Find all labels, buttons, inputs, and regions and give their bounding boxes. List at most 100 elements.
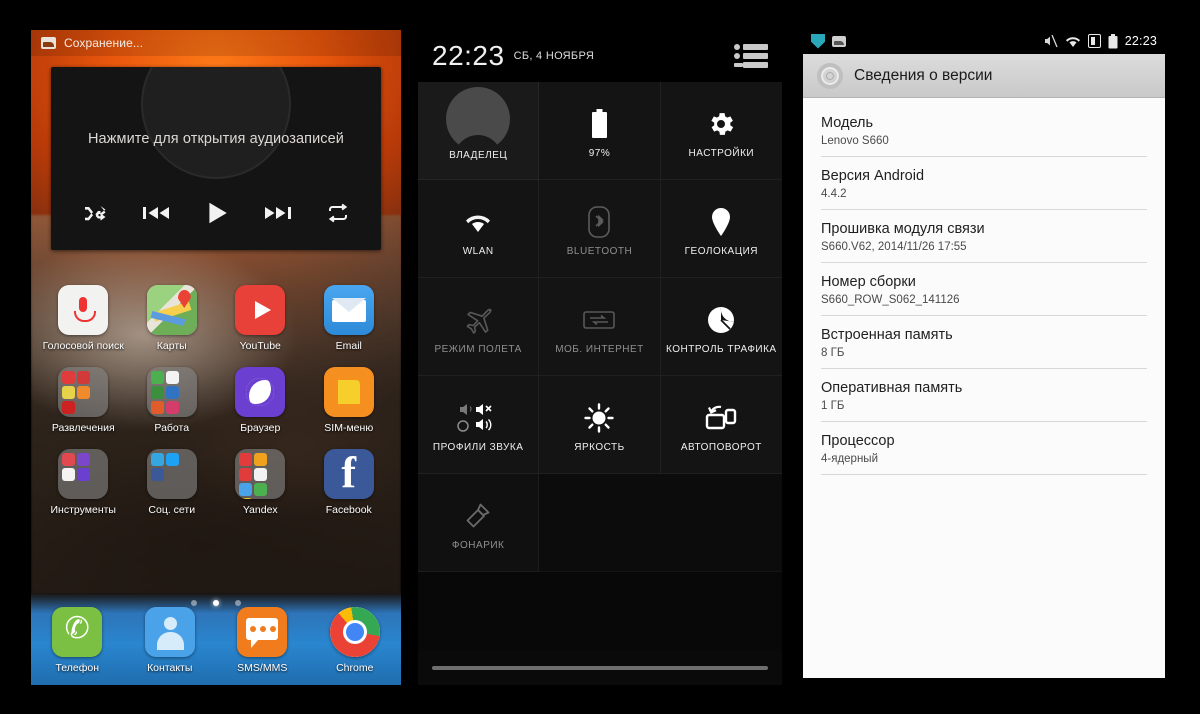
wifi-icon [1065,36,1080,47]
clock-time: 22:23 [432,40,505,71]
list-item[interactable]: Оперативная память 1 ГБ [803,369,1165,421]
app-label: YouTube [239,340,281,352]
app-cell-maps[interactable]: Карты [128,285,217,352]
app-cell-work-folder[interactable]: Работа [128,367,217,434]
maps-icon[interactable] [146,285,197,335]
qs-tile-bluetooth[interactable]: BLUETOOTH [539,180,661,278]
list-item[interactable]: Встроенная память 8 ГБ [803,316,1165,368]
data-usage-icon [707,299,735,341]
drawer-handle[interactable] [432,666,768,670]
qs-tile-airplane[interactable]: РЕЖИМ ПОЛЕТА [418,278,540,376]
sim-card-icon [1087,34,1101,48]
status-right-icons: 22:23 [1043,33,1157,49]
app-label: Yandex [242,504,278,516]
folder-icon[interactable] [58,367,109,417]
item-key: Процессор [821,433,895,449]
app-cell-sim-menu[interactable]: SIM-меню [305,367,394,434]
item-key: Оперативная память [821,380,963,396]
save-status-text: Сохранение... [64,36,144,50]
about-version-panel: 22:23 Сведения о версии Модель Lenovo S6… [803,28,1165,678]
list-item[interactable]: Прошивка модуля связи S660.V62, 2014/11/… [803,210,1165,262]
qs-tile-owner[interactable]: ВЛАДЕЛЕЦ [418,82,540,180]
about-status-bar: 22:23 [803,28,1165,54]
play-icon[interactable] [204,200,230,230]
skip-next-icon[interactable] [264,203,292,227]
app-label: Facebook [325,504,372,516]
item-key: Встроенная память [821,327,953,343]
quick-settings-panel: 22:23 СБ, 4 НОЯБРЯ ВЛАДЕЛЕЦ 97% НАСТРОЙК… [418,30,782,685]
list-item[interactable]: Модель Lenovo S660 [803,104,1165,156]
qs-tile-label: АВТОПОВОРОТ [680,441,762,453]
app-cell-email[interactable]: Email [305,285,394,352]
shield-icon [811,33,825,49]
folder-icon[interactable] [146,449,197,499]
list-item[interactable]: Номер сборки S660_ROW_S062_141126 [803,263,1165,315]
app-cell-tools-folder[interactable]: Инструменты [39,449,128,516]
qs-tile-mobile-data[interactable]: МОБ. ИНТЕРНЕТ [539,278,661,376]
app-label: Браузер [240,422,281,434]
wifi-icon [462,201,494,243]
app-label: Голосовой поиск [42,340,124,352]
list-item[interactable]: Процессор 4-ядерный [803,422,1165,474]
music-widget[interactable]: Нажмите для открытия аудиозаписей [51,67,381,250]
qs-tile-data-usage[interactable]: КОНТРОЛЬ ТРАФИКА [660,278,782,376]
item-key: Версия Android [821,168,925,184]
mobile-data-icon [583,299,616,341]
home-status-bar: Сохранение... [31,30,401,56]
dock-cell-sms[interactable]: SMS/MMS [216,607,309,674]
repeat-icon[interactable] [326,203,350,227]
dock-cell-phone[interactable]: Телефон [31,607,124,674]
dock-row: Телефон Контакты SMS/MMS [31,597,401,674]
facebook-icon[interactable] [323,449,374,499]
app-label: Развлечения [51,422,115,434]
folder-icon[interactable] [235,449,286,499]
chrome-icon[interactable] [329,607,380,657]
item-key: Прошивка модуля связи [821,221,985,237]
sim-menu-icon[interactable] [323,367,374,417]
app-label: Соц. сети [148,504,196,516]
qs-tile-sound-profiles[interactable]: ПРОФИЛИ ЗВУКА [418,376,540,474]
notification-list-icon[interactable] [734,43,768,69]
dock-cell-contacts[interactable]: Контакты [124,607,217,674]
shuffle-icon[interactable] [82,203,108,227]
home-screen-panel: Сохранение... Нажмите для открытия аудио… [31,30,401,685]
app-cell-browser[interactable]: Браузер [216,367,305,434]
qs-tile-label: ВЛАДЕЛЕЦ [449,149,508,161]
skip-previous-icon[interactable] [142,203,170,227]
email-icon[interactable] [323,285,374,335]
app-cell-facebook[interactable]: Facebook [305,449,394,516]
qs-tile-location[interactable]: ГЕОЛОКАЦИЯ [660,180,782,278]
qs-tile-auto-rotate[interactable]: АВТОПОВОРОТ [660,376,782,474]
browser-icon[interactable] [235,367,286,417]
phone-icon[interactable] [52,607,103,657]
item-value: S660_ROW_S062_141126 [821,294,960,306]
list-item[interactable]: Версия Android 4.4.2 [803,157,1165,209]
qs-tile-label: ЯРКОСТЬ [574,441,625,453]
item-value: 1 ГБ [821,400,845,412]
folder-icon[interactable] [58,449,109,499]
app-label: Email [335,340,362,352]
qs-tile-flashlight[interactable]: ФОНАРИК [418,474,540,572]
dock-cell-chrome[interactable]: Chrome [309,607,402,674]
folder-icon[interactable] [146,367,197,417]
home-app-grid: Голосовой поиск Карты YouTube Email Разв… [31,285,401,516]
contacts-icon[interactable] [144,607,195,657]
app-cell-yandex-folder[interactable]: Yandex [216,449,305,516]
qs-tile-label: НАСТРОЙКИ [688,147,755,159]
qs-tile-wlan[interactable]: WLAN [418,180,540,278]
gallery-icon [832,35,846,47]
voice-search-icon[interactable] [58,285,109,335]
qs-tile-brightness[interactable]: ЯРКОСТЬ [539,376,661,474]
app-cell-social-folder[interactable]: Соц. сети [128,449,217,516]
item-value: Lenovo S660 [821,135,889,147]
qs-tile-battery[interactable]: 97% [539,82,661,180]
qs-tile-settings[interactable]: НАСТРОЙКИ [660,82,782,180]
about-title-bar: Сведения о версии [803,54,1165,98]
app-cell-entertainment-folder[interactable]: Развлечения [39,367,128,434]
brightness-icon [584,397,615,439]
item-value: 4-ядерный [821,453,878,465]
app-cell-voice-search[interactable]: Голосовой поиск [39,285,128,352]
youtube-icon[interactable] [235,285,286,335]
app-cell-youtube[interactable]: YouTube [216,285,305,352]
sms-icon[interactable] [237,607,288,657]
